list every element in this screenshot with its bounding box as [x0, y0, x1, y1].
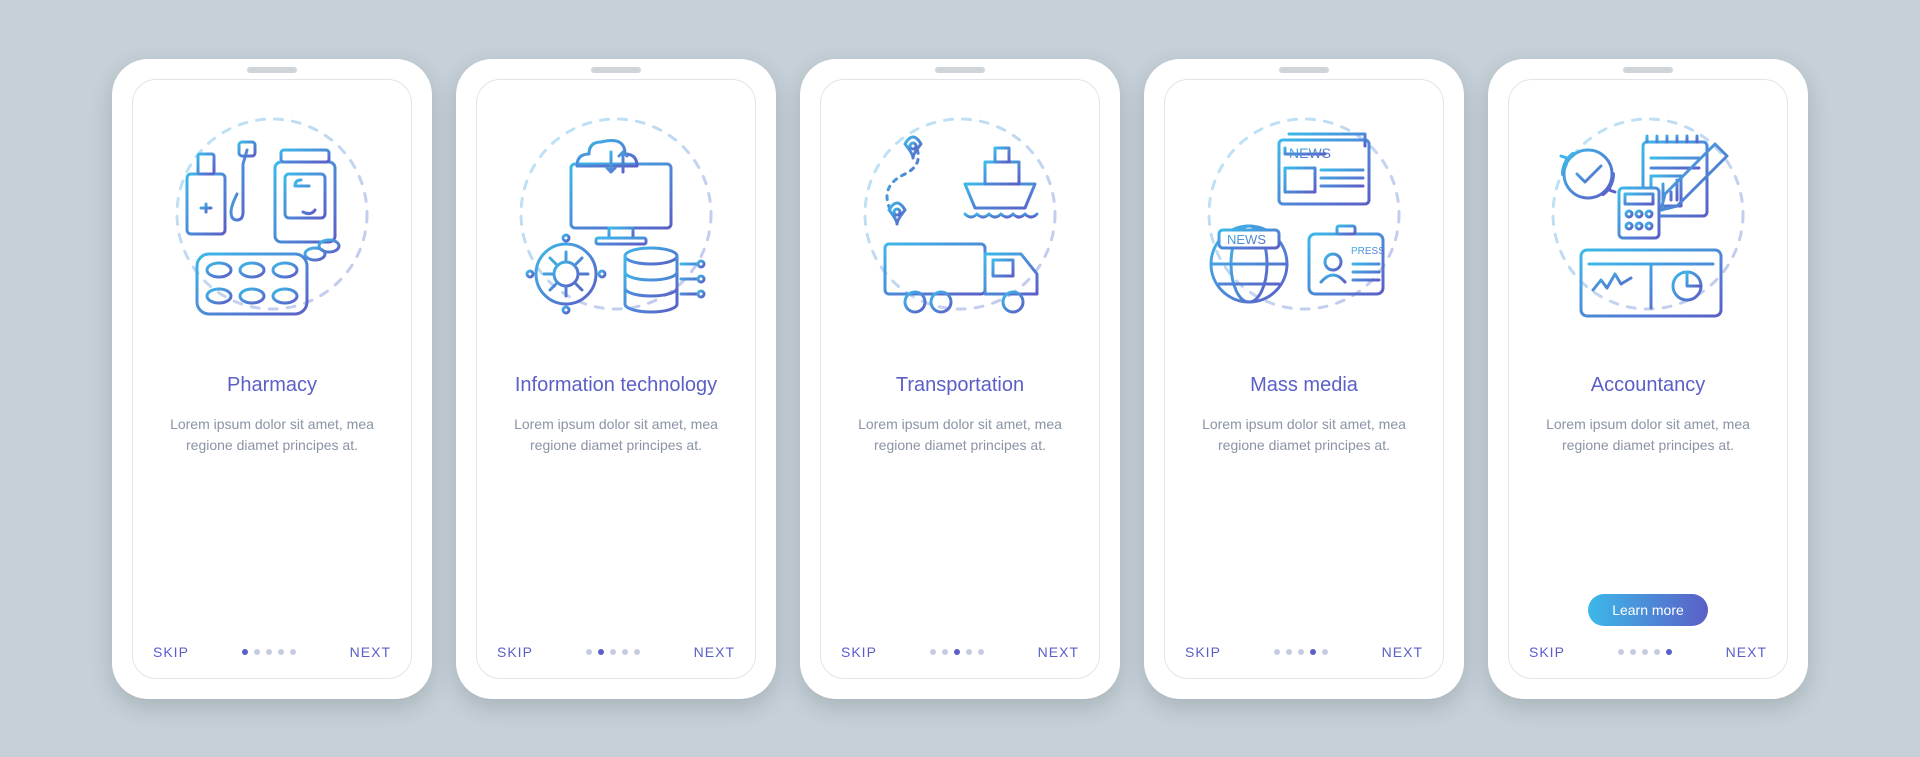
next-button[interactable]: NEXT: [1726, 644, 1767, 660]
dot[interactable]: [634, 649, 640, 655]
phone-speaker: [591, 67, 641, 73]
svg-text:PRESS: PRESS: [1351, 246, 1385, 257]
dot[interactable]: [610, 649, 616, 655]
pagination-dots: [930, 649, 984, 655]
pagination-dots: [1274, 649, 1328, 655]
dot[interactable]: [1310, 649, 1316, 655]
next-button[interactable]: NEXT: [1038, 644, 1079, 660]
transportation-icon: [845, 114, 1075, 344]
next-button[interactable]: NEXT: [350, 644, 391, 660]
next-button[interactable]: NEXT: [694, 644, 735, 660]
skip-button[interactable]: SKIP: [153, 644, 189, 660]
skip-button[interactable]: SKIP: [841, 644, 877, 660]
screen-title: Information technology: [515, 372, 717, 398]
dot[interactable]: [622, 649, 628, 655]
screen-description: Lorem ipsum dolor sit amet, mea regione …: [1529, 414, 1767, 456]
phone-speaker: [247, 67, 297, 73]
dot[interactable]: [1286, 649, 1292, 655]
nav-row: SKIP NEXT: [153, 644, 391, 660]
phone-speaker: [935, 67, 985, 73]
dot[interactable]: [1642, 649, 1648, 655]
dot[interactable]: [278, 649, 284, 655]
phone-speaker: [1623, 67, 1673, 73]
dot[interactable]: [242, 649, 248, 655]
dot[interactable]: [598, 649, 604, 655]
screen-title: Transportation: [896, 372, 1024, 398]
skip-button[interactable]: SKIP: [1185, 644, 1221, 660]
skip-button[interactable]: SKIP: [497, 644, 533, 660]
pagination-dots: [586, 649, 640, 655]
screen-title: Mass media: [1250, 372, 1358, 398]
screen-description: Lorem ipsum dolor sit amet, mea regione …: [1185, 414, 1423, 456]
dot[interactable]: [266, 649, 272, 655]
phone-mockup: Information technology Lorem ipsum dolor…: [456, 59, 776, 699]
dot[interactable]: [1654, 649, 1660, 655]
nav-row: SKIP NEXT: [497, 644, 735, 660]
skip-button[interactable]: SKIP: [1529, 644, 1565, 660]
it-icon: [501, 114, 731, 344]
learn-more-button[interactable]: Learn more: [1588, 594, 1708, 626]
screen-title: Pharmacy: [227, 372, 317, 398]
dot[interactable]: [1666, 649, 1672, 655]
dot[interactable]: [942, 649, 948, 655]
pagination-dots: [1618, 649, 1672, 655]
nav-row: SKIP NEXT: [1185, 644, 1423, 660]
dot[interactable]: [1630, 649, 1636, 655]
screen-description: Lorem ipsum dolor sit amet, mea regione …: [153, 414, 391, 456]
screen-description: Lorem ipsum dolor sit amet, mea regione …: [841, 414, 1079, 456]
next-button[interactable]: NEXT: [1382, 644, 1423, 660]
dot[interactable]: [1618, 649, 1624, 655]
dot[interactable]: [290, 649, 296, 655]
phone-mockup: Accountancy Lorem ipsum dolor sit amet, …: [1488, 59, 1808, 699]
pharmacy-icon: [157, 114, 387, 344]
phone-mockup: NEWS NEWS: [1144, 59, 1464, 699]
phone-speaker: [1279, 67, 1329, 73]
dot[interactable]: [966, 649, 972, 655]
svg-text:NEWS: NEWS: [1227, 232, 1266, 247]
nav-row: SKIP NEXT: [841, 644, 1079, 660]
dot[interactable]: [1298, 649, 1304, 655]
svg-text:NEWS: NEWS: [1289, 145, 1331, 161]
dot[interactable]: [930, 649, 936, 655]
screen-title: Accountancy: [1591, 372, 1706, 398]
phone-mockup: Pharmacy Lorem ipsum dolor sit amet, mea…: [112, 59, 432, 699]
dot[interactable]: [586, 649, 592, 655]
pagination-dots: [242, 649, 296, 655]
nav-row: SKIP NEXT: [1529, 644, 1767, 660]
accountancy-icon: [1533, 114, 1763, 344]
dot[interactable]: [1322, 649, 1328, 655]
dot[interactable]: [954, 649, 960, 655]
dot[interactable]: [1274, 649, 1280, 655]
phone-mockup: Transportation Lorem ipsum dolor sit ame…: [800, 59, 1120, 699]
dot[interactable]: [978, 649, 984, 655]
media-icon: NEWS NEWS: [1189, 114, 1419, 344]
screen-description: Lorem ipsum dolor sit amet, mea regione …: [497, 414, 735, 456]
onboarding-phones-row: Pharmacy Lorem ipsum dolor sit amet, mea…: [72, 19, 1848, 739]
dot[interactable]: [254, 649, 260, 655]
